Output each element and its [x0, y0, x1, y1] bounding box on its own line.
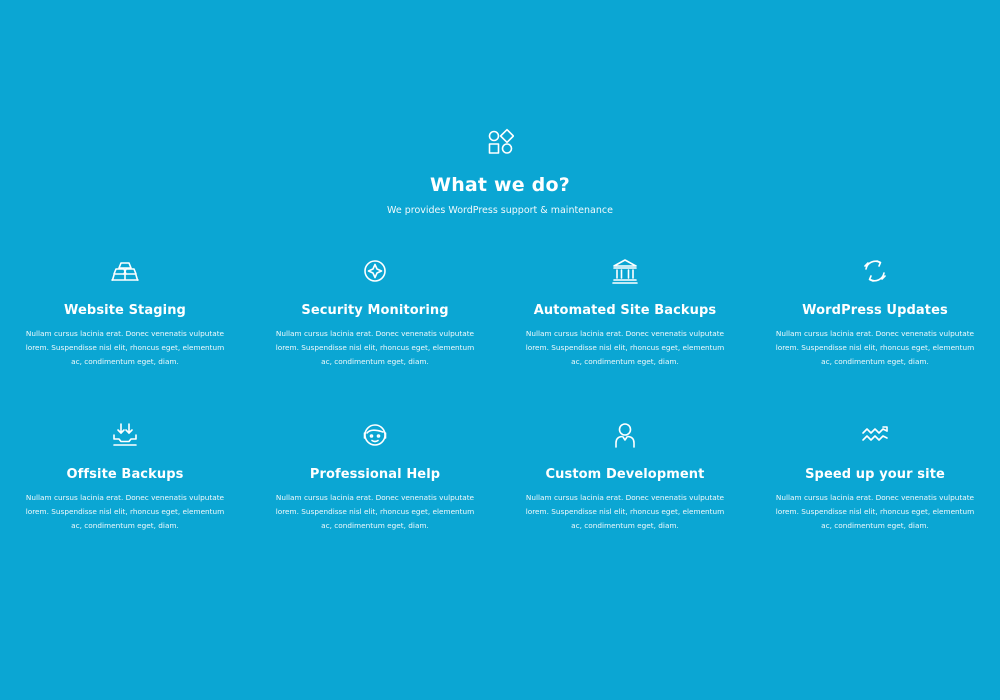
gold-bars-icon — [111, 262, 139, 281]
compass-icon — [364, 260, 386, 282]
service-card-security-monitoring: Security Monitoring Nullam cursus lacini… — [250, 256, 500, 420]
service-card-offsite-backups: Offsite Backups Nullam cursus lacinia er… — [0, 420, 250, 584]
service-title: Custom Development — [545, 467, 705, 482]
download-tray-icon — [113, 423, 137, 446]
support-agent-icon — [363, 424, 387, 446]
service-title: Website Staging — [64, 303, 186, 318]
section-subtitle: We provides WordPress support & maintena… — [387, 205, 613, 216]
service-card-website-staging: Website Staging Nullam cursus lacinia er… — [0, 256, 250, 420]
service-card-wordpress-updates: WordPress Updates Nullam cursus lacinia … — [750, 256, 1000, 420]
shapes-icon — [488, 128, 514, 154]
section-header: What we do? We provides WordPress suppor… — [0, 128, 1000, 218]
service-card-custom-development: Custom Development Nullam cursus lacinia… — [500, 420, 750, 584]
service-description: Nullam cursus lacinia erat. Donec venena… — [25, 329, 225, 366]
section-title: What we do? — [430, 174, 570, 196]
services-grid: Website Staging Nullam cursus lacinia er… — [0, 256, 1000, 584]
service-card-professional-help: Professional Help Nullam cursus lacinia … — [250, 420, 500, 584]
bank-icon — [612, 259, 638, 284]
service-card-automated-site-backups: Automated Site Backups Nullam cursus lac… — [500, 256, 750, 420]
service-title: Automated Site Backups — [533, 303, 717, 318]
service-description: Nullam cursus lacinia erat. Donec venena… — [775, 493, 975, 530]
refresh-icon — [864, 260, 886, 282]
service-description: Nullam cursus lacinia erat. Donec venena… — [275, 493, 475, 530]
service-title: Offsite Backups — [66, 467, 184, 482]
speed-waves-icon — [862, 426, 888, 441]
service-description: Nullam cursus lacinia erat. Donec venena… — [25, 493, 225, 530]
person-icon — [615, 423, 635, 448]
service-title: WordPress Updates — [802, 303, 948, 318]
service-card-speed-up-your-site: Speed up your site Nullam cursus lacinia… — [750, 420, 1000, 584]
service-description: Nullam cursus lacinia erat. Donec venena… — [275, 329, 475, 366]
service-title: Security Monitoring — [301, 303, 449, 318]
service-description: Nullam cursus lacinia erat. Donec venena… — [775, 329, 975, 366]
service-title: Speed up your site — [805, 467, 945, 482]
service-title: Professional Help — [309, 467, 441, 482]
service-description: Nullam cursus lacinia erat. Donec venena… — [525, 329, 725, 366]
service-description: Nullam cursus lacinia erat. Donec venena… — [525, 493, 725, 530]
